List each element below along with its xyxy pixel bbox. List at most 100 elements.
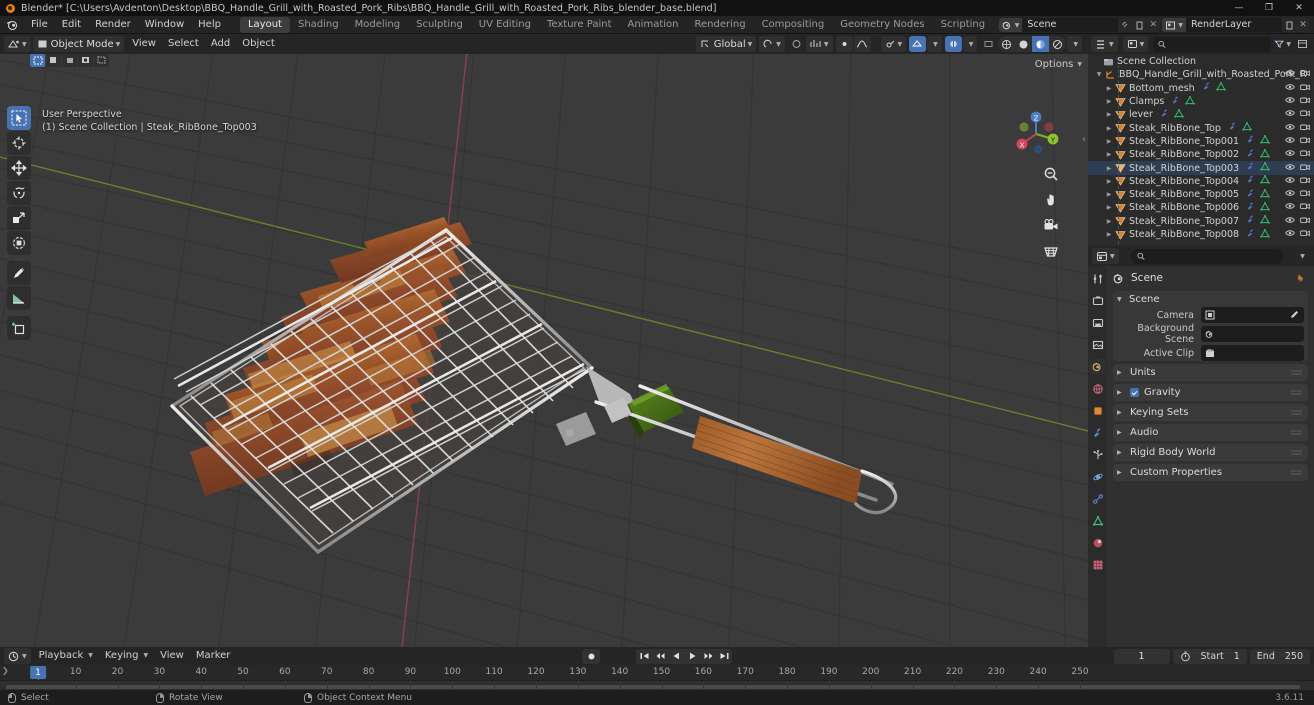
modifier-tab[interactable] xyxy=(1089,425,1106,440)
outliner-editor[interactable]: ▼ ▼ ▼ Scene Collection ▼ BBQ_Handle_Gril… xyxy=(1088,34,1314,246)
shading-solid-button[interactable] xyxy=(1015,36,1032,52)
interaction-mode-dropdown[interactable]: Object Mode ▼ xyxy=(32,36,125,52)
modifier-icon[interactable] xyxy=(1160,109,1170,121)
mesh-data-icon[interactable] xyxy=(1174,108,1184,121)
scene-icon[interactable]: ▼ xyxy=(998,18,1023,32)
constraints-tab[interactable] xyxy=(1089,491,1106,506)
outliner-row[interactable]: ▶ Steak_RibBone_Top xyxy=(1088,121,1314,134)
menu-render[interactable]: Render xyxy=(88,16,138,34)
viewport-menu-select[interactable]: Select xyxy=(162,35,205,53)
particles-tab[interactable] xyxy=(1089,447,1106,462)
modifier-icon[interactable] xyxy=(1228,122,1238,134)
eye-icon[interactable] xyxy=(1285,149,1295,160)
outliner-row[interactable]: ▶ Steak_RibBone_Top004 xyxy=(1088,175,1314,188)
outliner-row[interactable]: ▶ Steak_RibBone_Top001 xyxy=(1088,135,1314,148)
select-set-button[interactable] xyxy=(30,54,45,67)
tab-sculpting[interactable]: Sculpting xyxy=(408,17,471,33)
select-invert-button[interactable] xyxy=(78,54,93,67)
camera-icon[interactable] xyxy=(1300,202,1310,213)
eye-icon[interactable] xyxy=(1285,189,1295,200)
xray-dropdown[interactable]: ▼ xyxy=(962,36,978,52)
modifier-icon[interactable] xyxy=(1246,162,1256,174)
eye-icon[interactable] xyxy=(1285,229,1295,240)
expand-toggle-icon[interactable]: ▶ xyxy=(1104,85,1114,92)
outliner-display-mode-dropdown[interactable]: ▼ xyxy=(1122,36,1149,52)
tab-geometry-nodes[interactable]: Geometry Nodes xyxy=(832,17,932,33)
tab-rendering[interactable]: Rendering xyxy=(686,17,753,33)
world-tab[interactable] xyxy=(1089,381,1106,396)
mesh-data-icon[interactable] xyxy=(1260,148,1270,161)
properties-panel-keying-sets[interactable]: ▶ Keying Sets xyxy=(1113,404,1308,421)
tab-uv-editing[interactable]: UV Editing xyxy=(471,17,539,33)
view-layer-tab[interactable] xyxy=(1089,337,1106,352)
tab-shading[interactable]: Shading xyxy=(290,17,347,33)
overlays-curve-icon[interactable] xyxy=(853,36,871,52)
mesh-data-icon[interactable] xyxy=(1242,122,1252,134)
maximize-button[interactable]: ❐ xyxy=(1254,0,1284,16)
prev-keyframe-button[interactable] xyxy=(652,649,668,664)
3d-viewport[interactable]: ▼ Object Mode ▼ View Select Add Object G… xyxy=(0,34,1088,647)
properties-panel-audio[interactable]: ▶ Audio xyxy=(1113,424,1308,441)
outliner-editor-type-button[interactable]: ▼ xyxy=(1091,36,1118,52)
outliner-row[interactable]: ▶ Bottom_mesh xyxy=(1088,82,1314,95)
mesh-data-icon[interactable] xyxy=(1260,201,1270,214)
scene-tab[interactable] xyxy=(1089,359,1106,374)
cursor-tool[interactable] xyxy=(7,131,31,155)
physics-tab[interactable] xyxy=(1089,469,1106,484)
outliner-row[interactable]: ▶ Clamps xyxy=(1088,95,1314,108)
eye-icon[interactable] xyxy=(1285,163,1295,174)
modifier-icon[interactable] xyxy=(1246,189,1256,201)
timeline-track-area[interactable] xyxy=(0,680,1314,690)
show-overlays-toggle[interactable] xyxy=(909,36,927,52)
eyedropper-icon[interactable] xyxy=(1289,309,1300,320)
tab-compositing[interactable]: Compositing xyxy=(754,17,833,33)
mesh-data-icon[interactable] xyxy=(1260,228,1270,241)
outliner-tree[interactable]: Scene Collection ▼ BBQ_Handle_Grill_with_R… xyxy=(1088,54,1314,241)
eye-icon[interactable] xyxy=(1285,136,1295,147)
properties-editor-type-button[interactable]: ▼ xyxy=(1092,248,1119,264)
show-gizmo-dropdown[interactable]: ▼ xyxy=(880,36,907,52)
link-scene-icon[interactable] xyxy=(1118,18,1133,32)
measure-tool[interactable] xyxy=(7,286,31,310)
move-tool[interactable] xyxy=(7,156,31,180)
transform-orientation-dropdown[interactable]: Global ▼ xyxy=(695,36,757,52)
eye-icon[interactable] xyxy=(1285,109,1295,120)
viewport-menu-object[interactable]: Object xyxy=(236,35,281,53)
expand-toggle-icon[interactable]: ▶ xyxy=(1104,178,1114,185)
close-button[interactable]: ✕ xyxy=(1284,0,1314,16)
mesh-data-icon[interactable] xyxy=(1260,161,1270,174)
properties-editor[interactable]: ▼ ▼ Scene ▼ Scene Camera Background Scen… xyxy=(1088,246,1314,647)
texture-tab[interactable] xyxy=(1089,557,1106,572)
camera-icon[interactable] xyxy=(1300,149,1310,160)
scale-tool[interactable] xyxy=(7,206,31,230)
menu-file[interactable]: File xyxy=(24,16,55,34)
camera-icon[interactable] xyxy=(1300,109,1310,120)
editor-type-button[interactable]: ▼ xyxy=(4,36,31,52)
modifier-icon[interactable] xyxy=(1246,202,1256,214)
tab-layout[interactable]: Layout xyxy=(239,16,290,33)
mesh-data-icon[interactable] xyxy=(1260,175,1270,187)
expand-toggle-icon[interactable]: ▶ xyxy=(1104,218,1114,225)
shading-rendered-button[interactable] xyxy=(1049,36,1066,52)
select-intersect-button[interactable] xyxy=(94,54,109,67)
panel-checkbox[interactable] xyxy=(1130,388,1139,397)
eye-icon[interactable] xyxy=(1285,202,1295,213)
expand-toggle-icon[interactable]: ▶ xyxy=(1104,125,1114,132)
menu-help[interactable]: Help xyxy=(191,16,228,34)
play-button[interactable] xyxy=(684,649,700,664)
play-reverse-button[interactable] xyxy=(668,649,684,664)
expand-toggle-icon[interactable]: ▶ xyxy=(1104,98,1114,105)
camera-icon[interactable] xyxy=(1300,189,1310,200)
zoom-view-button[interactable] xyxy=(1041,164,1061,184)
output-tab[interactable] xyxy=(1089,315,1106,330)
shading-wireframe-button[interactable] xyxy=(998,36,1015,52)
jump-start-button[interactable] xyxy=(636,649,652,664)
tab-scripting[interactable]: Scripting xyxy=(933,17,993,33)
jump-end-button[interactable] xyxy=(716,649,732,664)
blender-menu-icon[interactable] xyxy=(5,18,20,32)
timeline-horizontal-scrollbar[interactable] xyxy=(6,685,1300,689)
camera-icon[interactable] xyxy=(1300,136,1310,147)
eye-icon[interactable] xyxy=(1285,216,1295,227)
active-clip-field[interactable] xyxy=(1201,345,1304,361)
expand-toggle-icon[interactable]: ▶ xyxy=(1104,231,1114,238)
